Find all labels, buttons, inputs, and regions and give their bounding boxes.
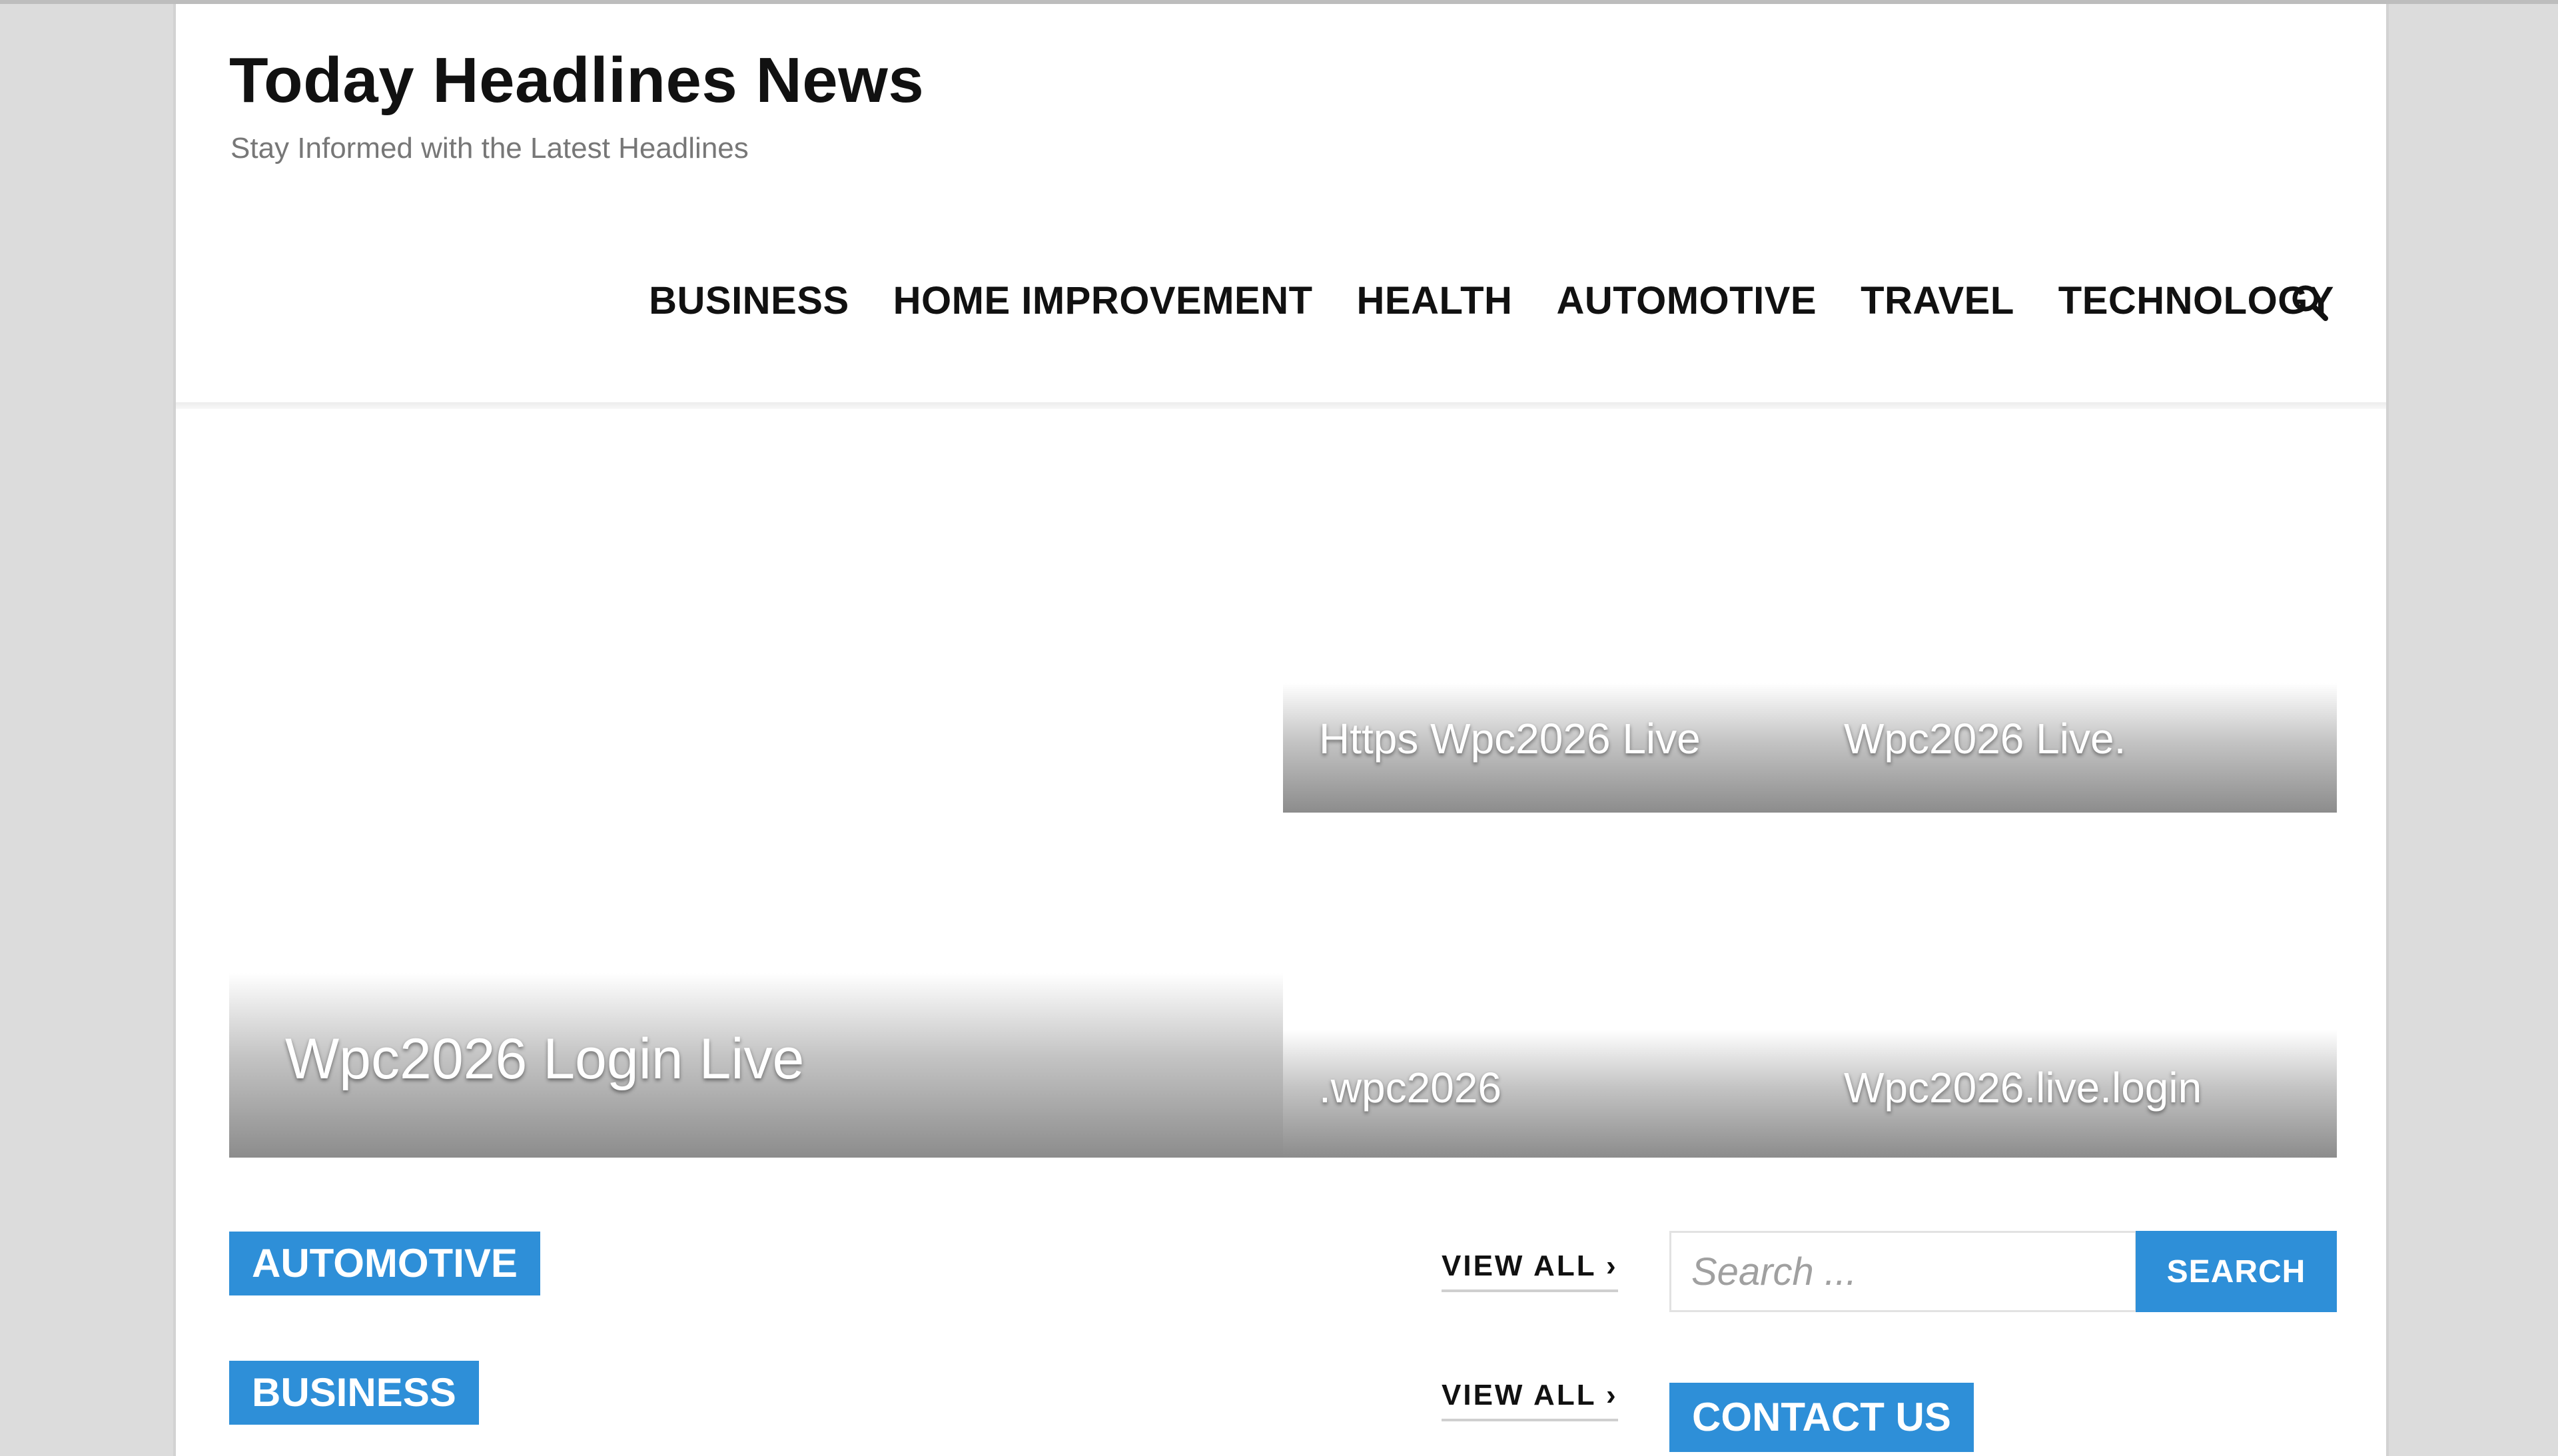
nav-item-home-improvement[interactable]: HOME IMPROVEMENT [893,278,1313,323]
nav-item-health[interactable]: HEALTH [1357,278,1513,323]
site-title[interactable]: Today Headlines News [229,44,924,117]
contact-us-heading: CONTACT US [1669,1383,1974,1452]
search-input[interactable] [1671,1233,2135,1310]
category-business-heading[interactable]: BUSINESS [229,1361,479,1425]
featured-grid-row-bottom: .wpc2026 Wpc2026.live.login [1283,1030,2337,1158]
site-tagline: Stay Informed with the Latest Headlines [230,132,749,165]
featured-grid-title-4[interactable]: Wpc2026.live.login [1844,1063,2202,1112]
featured-main-post[interactable]: Wpc2026 Login Live [229,973,1283,1158]
featured-grid-title-3[interactable]: .wpc2026 [1319,1063,1501,1112]
header-divider [176,402,2386,409]
sidebar-search-box [1669,1231,2137,1312]
nav-item-business[interactable]: BUSINESS [649,278,849,323]
featured-grid-row-top: Https Wpc2026 Live Wpc2026 Live. [1283,683,2337,813]
category-automotive-heading[interactable]: AUTOMOTIVE [229,1232,540,1295]
page-container: Today Headlines News Stay Informed with … [173,4,2389,1456]
search-icon[interactable] [2290,282,2330,322]
nav-item-travel[interactable]: TRAVEL [1861,278,2014,323]
view-all-automotive-link[interactable]: VIEW ALL › [1442,1250,1618,1292]
main-navigation: BUSINESS HOME IMPROVEMENT HEALTH AUTOMOT… [176,278,2334,323]
featured-grid-title-2[interactable]: Wpc2026 Live. [1844,714,2126,763]
nav-item-automotive[interactable]: AUTOMOTIVE [1556,278,1817,323]
search-button[interactable]: SEARCH [2136,1231,2337,1312]
featured-main-title[interactable]: Wpc2026 Login Live [285,1026,804,1092]
featured-grid-title-1[interactable]: Https Wpc2026 Live [1319,714,1701,763]
view-all-business-link[interactable]: VIEW ALL › [1442,1379,1618,1421]
